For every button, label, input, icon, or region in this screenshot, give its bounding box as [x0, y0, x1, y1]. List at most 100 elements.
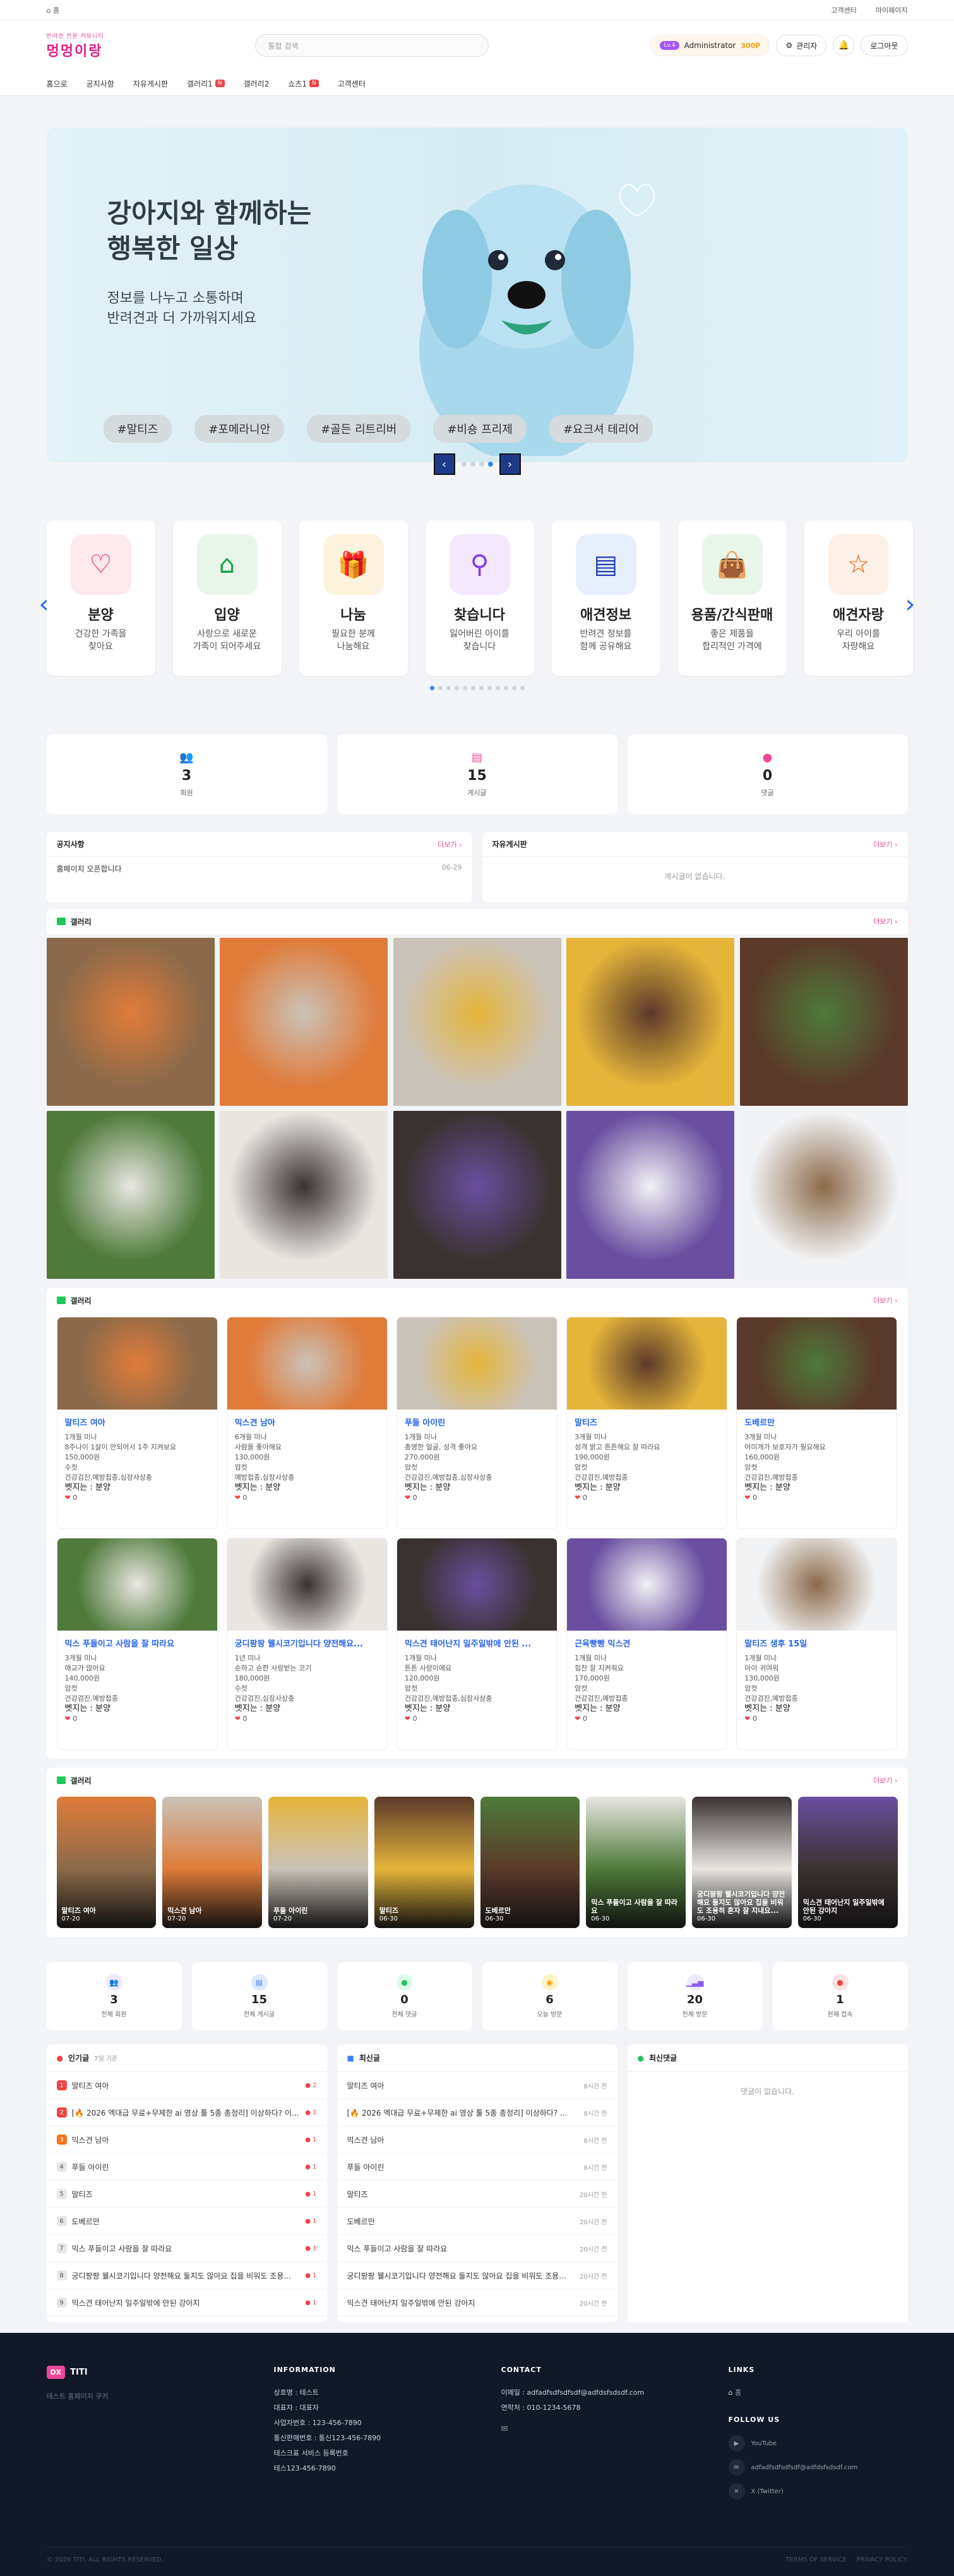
gallery-photo[interactable] [739, 1111, 908, 1279]
mypage-link[interactable]: 마이페이지 [876, 5, 908, 15]
gallery-photo[interactable] [566, 1111, 734, 1279]
hero-banner[interactable]: 강아지와 함께하는 행복한 일상 정보를 나누고 소통하며 반려견과 더 가까워지세… [46, 128, 908, 462]
nav-item[interactable]: 갤러리2 [244, 78, 270, 89]
nav-item[interactable]: 자유게시판 [133, 78, 168, 89]
nav-item[interactable]: 홈으로 [47, 78, 68, 89]
gallery-card-title[interactable]: 믹스견 남아 [235, 1418, 379, 1429]
gallery-photo[interactable] [566, 938, 734, 1106]
latest-row[interactable]: 도베르만 20시간 전 [337, 2208, 617, 2235]
category-dot[interactable] [511, 686, 516, 690]
gallery-photo[interactable] [220, 1111, 388, 1279]
search-input[interactable]: 통합 검색 [254, 34, 489, 57]
category-prev-icon[interactable]: ‹ [39, 590, 49, 619]
popular-row[interactable]: 1 말티즈 여아 ● 2 [46, 2072, 327, 2099]
category-dot[interactable] [438, 686, 443, 690]
terms-link[interactable]: TERMS OF SERVICE [785, 2556, 847, 2563]
site-logo[interactable]: 반려견 전문 커뮤니티 멍멍이랑 [47, 32, 104, 60]
gallery-photo[interactable] [46, 1111, 215, 1279]
gallery-card[interactable]: 믹스 푸들이고 사람을 잘 따라요 3개월 미나 애교가 많아요 140,000원 암컷… [56, 1538, 218, 1750]
latest-row[interactable]: 믹스견 태어난지 일주일밖에 안된 강아지 20시간 전 [337, 2289, 617, 2316]
popular-row[interactable]: 3 믹스견 남아 ● 1 [46, 2126, 327, 2154]
privacy-link[interactable]: PRIVACY POLICY [857, 2556, 907, 2563]
home-link[interactable]: ⌂ 홈 [47, 5, 60, 15]
gallery-photo[interactable] [220, 938, 388, 1106]
gallery-card[interactable]: 말티즈 생후 15일 1개월 미나 아이 귀여워 130,000원 암컷 건강검진,예방접… [736, 1538, 898, 1750]
gallery-card[interactable]: 푸들 아이린 1개월 미나 총명한 얼굴, 성격 좋아요 270,000원 암컷 건강검진… [396, 1317, 558, 1529]
gallery2-more-link[interactable]: 더보기 › [873, 1295, 897, 1305]
hero-tag[interactable]: #비숑 프리제 [433, 415, 527, 443]
latest-row[interactable]: 말티즈 여아 8시간 전 [337, 2072, 617, 2099]
category-card[interactable]: 👜 용품/간식판매 좋은 제품을 합리적인 가격에 [677, 520, 787, 676]
nav-item[interactable]: 쇼츠1 N [288, 78, 319, 89]
gallery-strip-item[interactable]: 믹스 푸들이고 사람을 잘 따라요 06-30 [586, 1797, 686, 1928]
latest-row[interactable]: 궁디팡팡 웰시코기입니다 양전해요 둘지도 않아요 집을 비워도 조용... 20… [337, 2262, 617, 2289]
support-link[interactable]: 고객센터 [831, 5, 856, 15]
gallery-photo[interactable] [393, 938, 561, 1106]
footer-logo[interactable]: DX TITI [46, 2366, 274, 2379]
hero-tag[interactable]: #포메라니안 [194, 415, 285, 443]
category-card[interactable]: ♡ 분양 건강한 가족을 찾아요 [46, 520, 155, 676]
gallery1-more-link[interactable]: 더보기 › [873, 916, 897, 926]
notice-more-link[interactable]: 더보기 › [438, 839, 462, 849]
gallery-card[interactable]: 근육빵빵 믹스견 1개월 미나 힘찬 잘 지켜줘요 170,000원 암컷 건강검진,예방… [566, 1538, 728, 1750]
category-dot[interactable] [470, 686, 475, 690]
category-dot[interactable] [479, 686, 484, 690]
gallery-card-title[interactable]: 믹스 푸들이고 사람을 잘 따라요 [65, 1639, 210, 1650]
category-dot[interactable] [495, 686, 500, 690]
category-card[interactable]: ⌂ 입양 사랑으로 새로운 가족이 되어주세요 [172, 520, 282, 676]
social-link[interactable]: ▶ YouTube [728, 2435, 908, 2452]
gallery-card-title[interactable]: 말티즈 [575, 1418, 719, 1429]
category-dot[interactable] [462, 686, 467, 690]
category-dot[interactable] [503, 686, 508, 690]
category-dot[interactable] [487, 686, 492, 690]
gallery-card-title[interactable]: 말티즈 여아 [65, 1418, 210, 1429]
hero-prev-button[interactable]: ‹ [433, 453, 455, 475]
popular-row[interactable]: 8 궁디팡팡 웰시코기입니다 양전해요 둘지도 않아요 집을 비워도 조용... ●… [46, 2262, 327, 2289]
admin-button[interactable]: ⚙ 관리자 [776, 35, 827, 56]
gallery-card[interactable]: 말티즈 여아 1개월 미나 8주나이 1살이 안되어서 1주 지켜보요 150,000… [56, 1317, 218, 1529]
gallery-card[interactable]: 믹스견 태어난지 일주일밖에 안된 ... 1개월 미나 튼튼 사랑이에요 120,0… [396, 1538, 558, 1750]
popular-row[interactable]: 2 [🔥 2026 엑대급 무료+무제한 ai 영상 툴 5종 총정리] 이상하다… [46, 2099, 327, 2126]
logout-button[interactable]: 로그아웃 [861, 35, 908, 56]
gallery-strip-item[interactable]: 믹스견 태어난지 일주일밖에 안된 강아지 06-30 [797, 1797, 898, 1928]
nav-item[interactable]: 갤러리1 N [187, 78, 225, 89]
latest-row[interactable]: 푸들 아이린 8시간 전 [337, 2154, 617, 2181]
gallery-strip-item[interactable]: 말티즈 여아 07-20 [56, 1797, 157, 1928]
gallery3-more-link[interactable]: 더보기 › [873, 1775, 897, 1785]
mail-icon[interactable]: ✉ [501, 2424, 729, 2434]
latest-row[interactable]: 믹스 푸들이고 사람을 잘 따라요 20시간 전 [337, 2235, 617, 2262]
category-card[interactable]: ⚲ 찾습니다 잃어버린 아이를 찾습니다 [425, 520, 534, 676]
gallery-strip-item[interactable]: 말티즈 06-30 [374, 1797, 474, 1928]
gallery-strip-item[interactable]: 궁디팡팡 웰시코기입니다 양전해요 둘지도 않아요 집을 비워도 조용히 혼자 … [692, 1797, 792, 1928]
popular-row[interactable]: 6 도베르만 ● 1 [46, 2208, 327, 2235]
notice-row[interactable]: 홈페이지 오픈합니다 06-29 [47, 857, 472, 880]
gallery-card-title[interactable]: 말티즈 생후 15일 [744, 1639, 889, 1650]
category-dot[interactable] [446, 686, 451, 690]
gallery-card-title[interactable]: 도베르만 [744, 1418, 889, 1429]
nav-item[interactable]: 고객센터 [338, 78, 366, 89]
gallery-strip-item[interactable]: 도베르만 06-30 [480, 1797, 580, 1928]
latest-row[interactable]: [🔥 2026 엑대급 무료+무제한 ai 영상 툴 5종 총정리] 이상하다?… [337, 2099, 617, 2126]
category-dot[interactable] [520, 686, 525, 690]
user-chip[interactable]: Lv.4 Administrator 300P [650, 35, 770, 56]
nav-item[interactable]: 공지사항 [86, 78, 114, 89]
gallery-photo[interactable] [739, 938, 908, 1106]
hero-dot[interactable] [470, 462, 475, 467]
hero-dot[interactable] [479, 462, 484, 467]
free-more-link[interactable]: 더보기 › [873, 839, 897, 849]
hero-tag[interactable]: #말티즈 [103, 415, 172, 443]
gallery-card[interactable]: 믹스견 남아 6개월 미나 사람을 좋아해요 130,000원 암컷 예방접종,심장사상충… [226, 1317, 388, 1529]
gallery-card-title[interactable]: 푸들 아이린 [405, 1418, 549, 1429]
social-link[interactable]: ✉ adfadfsdfsdfsdf@adfdsfsdsdf.com [728, 2459, 908, 2476]
category-card[interactable]: ▤ 애견정보 반려견 정보를 함께 공유해요 [551, 520, 660, 676]
bell-icon[interactable]: 🔔 [833, 35, 855, 56]
category-dot[interactable] [429, 686, 434, 690]
hero-next-button[interactable]: › [499, 453, 521, 475]
popular-row[interactable]: 9 믹스견 태어난지 일주일밖에 안된 강아지 ● 1 [46, 2289, 327, 2316]
hero-tag[interactable]: #골든 리트리버 [307, 415, 411, 443]
latest-row[interactable]: 믹스견 남아 8시간 전 [337, 2126, 617, 2154]
gallery-card[interactable]: 도베르만 3개월 미나 어미개가 보호자가 필요해요 160,000원 암컷 건강검진,예… [736, 1317, 898, 1529]
social-link[interactable]: ✕ X (Twitter) [728, 2483, 908, 2500]
gallery-photo[interactable] [393, 1111, 561, 1279]
latest-row[interactable]: 말티즈 20시간 전 [337, 2181, 617, 2208]
